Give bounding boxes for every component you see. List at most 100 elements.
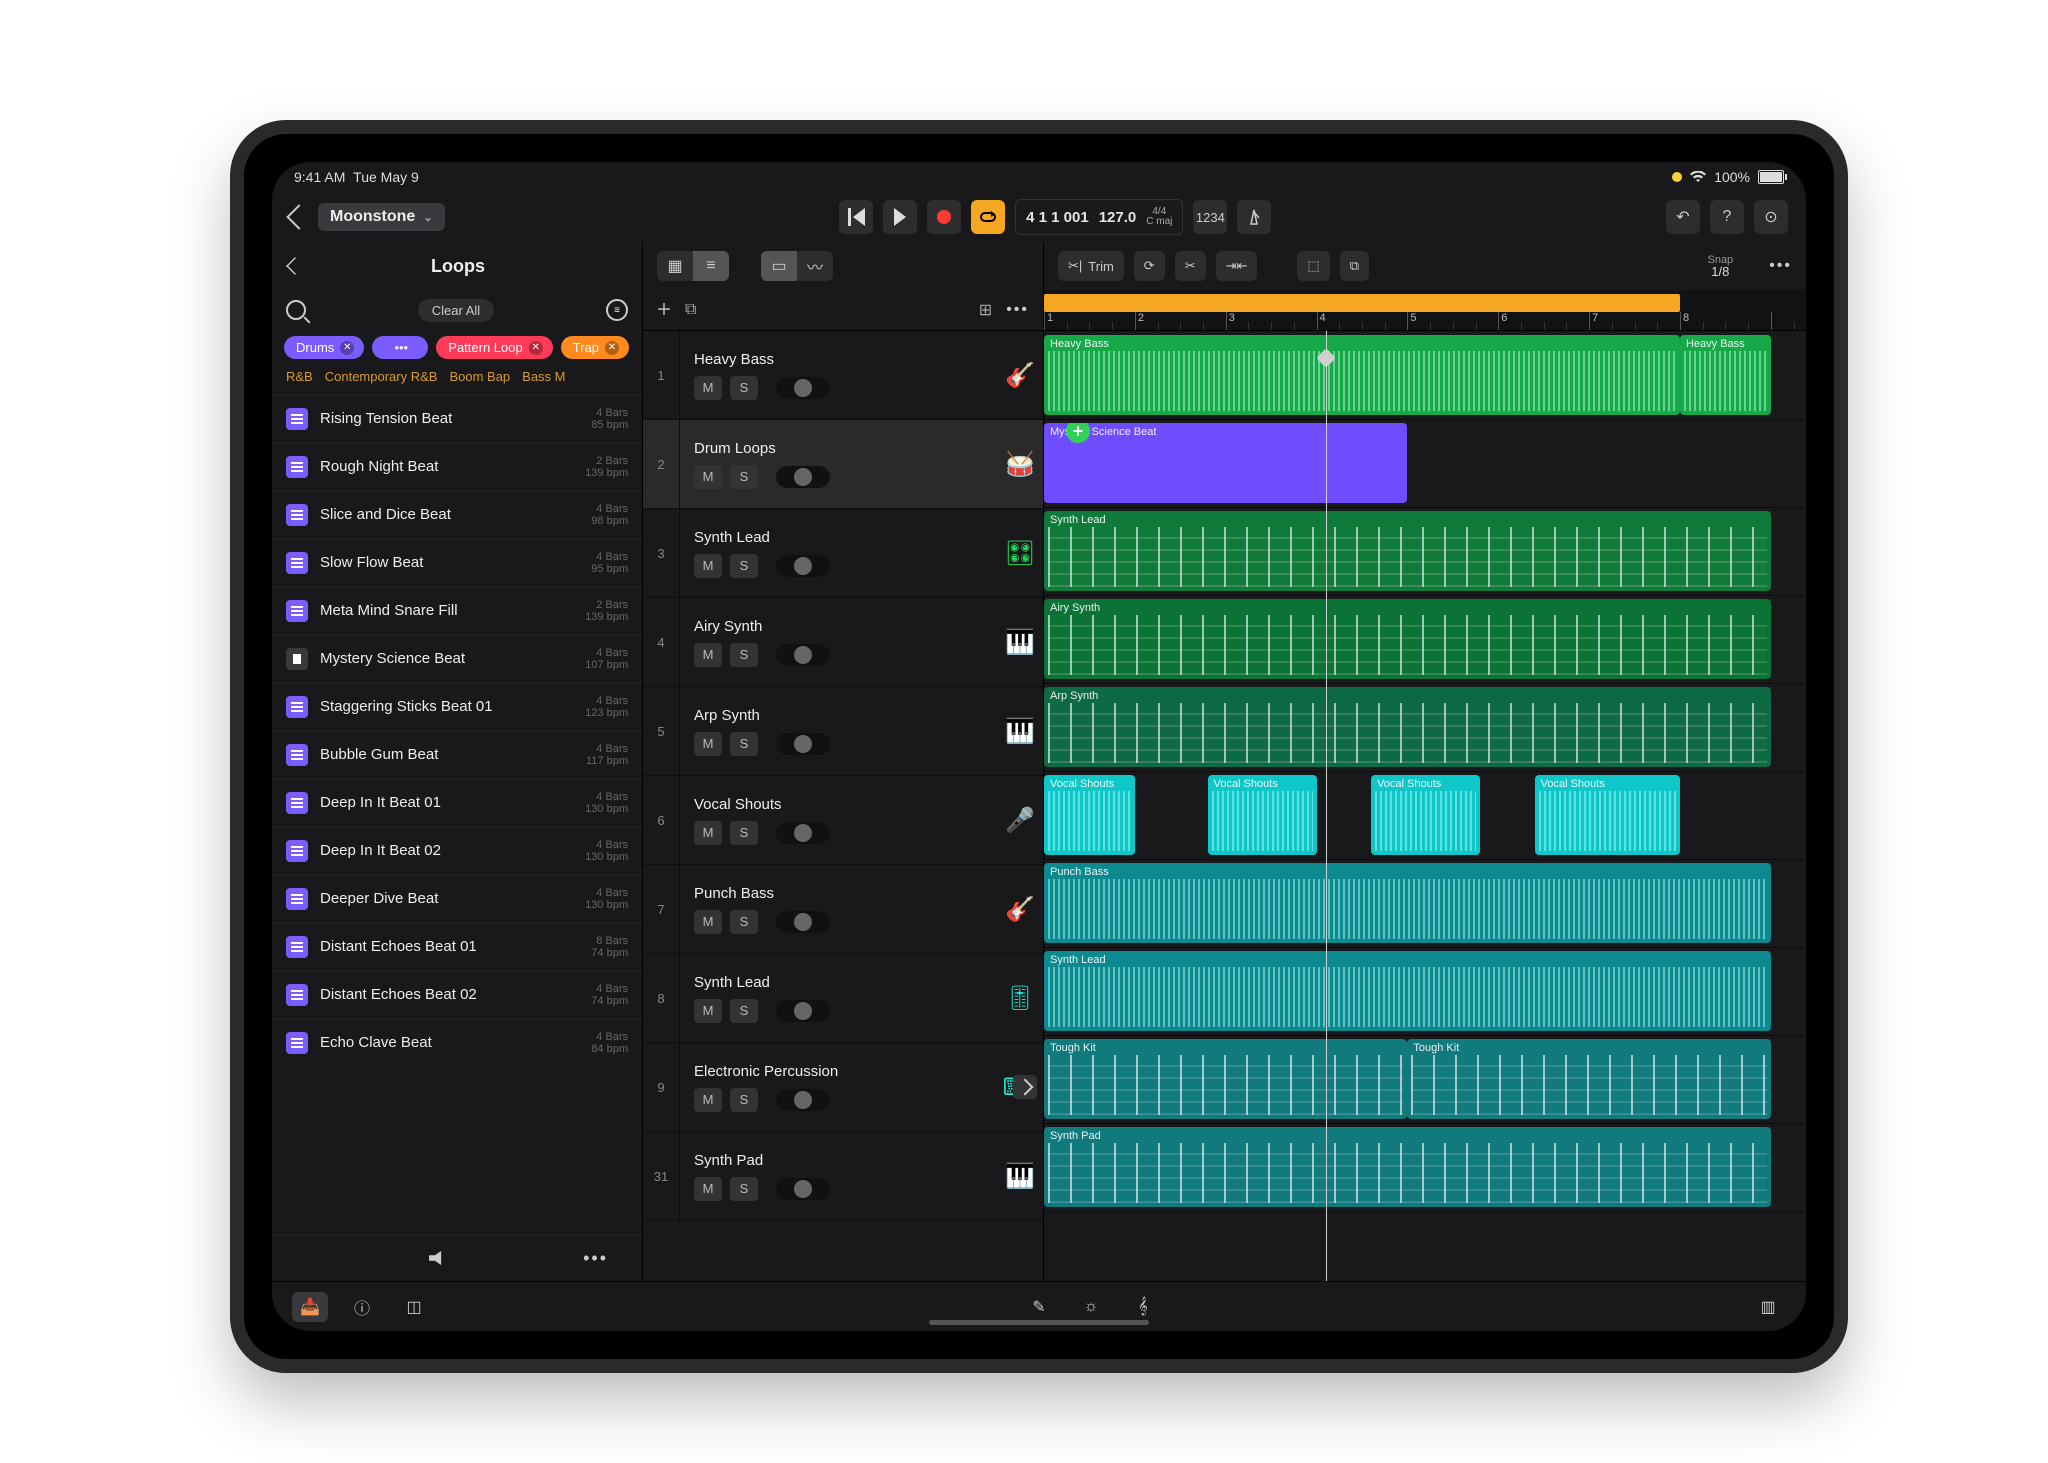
go-to-start-button[interactable] — [839, 200, 873, 234]
region[interactable]: Tough Kit — [1407, 1039, 1770, 1119]
loop-tool-button[interactable]: ⟳ — [1134, 251, 1165, 281]
region[interactable]: Synth Pad — [1044, 1127, 1771, 1207]
pan-knob[interactable] — [776, 1178, 830, 1200]
instrument-icon[interactable]: 🎸 — [997, 331, 1043, 419]
lcd-display[interactable]: 4 1 1 001 127.0 4/4C maj — [1015, 199, 1183, 235]
loop-item[interactable]: Rough Night Beat2 Bars139 bpm — [272, 442, 642, 490]
track-header[interactable]: 4Airy SynthMS🎹 — [643, 598, 1043, 687]
pattern-loop-icon[interactable] — [286, 936, 308, 958]
home-indicator[interactable] — [929, 1320, 1149, 1325]
loop-item[interactable]: Staggering Sticks Beat 014 Bars123 bpm — [272, 682, 642, 730]
sound-packs-icon[interactable]: ≡ — [606, 299, 628, 321]
add-track-button[interactable]: + — [657, 296, 671, 324]
pattern-loop-icon[interactable] — [286, 1032, 308, 1054]
remove-chip-icon[interactable]: ✕ — [605, 341, 619, 355]
solo-button[interactable]: S — [730, 910, 758, 934]
track-header[interactable]: 6Vocal ShoutsMS🎤 — [643, 776, 1043, 865]
pan-knob[interactable] — [776, 733, 830, 755]
arrangement-area[interactable]: ✂︎| Trim ⟳ ✂ ⇥⇤ ⬚ ⧉ Snap 1/8 ••• 1234567… — [1044, 242, 1806, 1281]
browser-button[interactable]: 📥 — [292, 1292, 328, 1322]
region[interactable]: Synth Lead — [1044, 511, 1771, 591]
track-lane[interactable]: Heavy BassHeavy Bass — [1044, 331, 1806, 420]
loop-item[interactable]: Echo Clave Beat4 Bars84 bpm — [272, 1018, 642, 1066]
tag[interactable]: Contemporary R&B — [325, 369, 438, 384]
select-tool-button[interactable]: ⬚ — [1297, 251, 1329, 281]
loop-item[interactable]: Deep In It Beat 024 Bars130 bpm — [272, 826, 642, 874]
track-lane[interactable]: Vocal Shouts Vocal Shouts Vocal Shouts Voca… — [1044, 771, 1806, 860]
instrument-icon[interactable]: 🎹 — [997, 598, 1043, 686]
solo-button[interactable]: S — [730, 465, 758, 489]
filter-chip[interactable]: Drums✕ — [284, 336, 364, 359]
more-chips-icon[interactable]: ••• — [372, 336, 428, 359]
drag-loop-badge[interactable] — [1044, 451, 1046, 487]
tag-row[interactable]: R&BContemporary R&BBoom BapBass M — [272, 365, 642, 394]
solo-button[interactable]: S — [730, 554, 758, 578]
tag[interactable]: Boom Bap — [449, 369, 510, 384]
mute-button[interactable]: M — [694, 732, 722, 756]
pan-knob[interactable] — [776, 555, 830, 577]
pattern-loop-icon[interactable] — [286, 840, 308, 862]
expand-track-icon[interactable] — [1013, 1075, 1037, 1099]
clear-all-button[interactable]: Clear All — [418, 299, 494, 322]
filter-chip[interactable]: Trap✕ — [561, 336, 629, 359]
track-header[interactable]: 8Synth LeadMS🎚 — [643, 954, 1043, 1043]
track-more-icon[interactable]: ••• — [1006, 301, 1029, 319]
mute-button[interactable]: M — [694, 999, 722, 1023]
instrument-icon[interactable]: 🎛 — [997, 509, 1043, 597]
loop-item[interactable]: Deeper Dive Beat4 Bars130 bpm — [272, 874, 642, 922]
mute-button[interactable]: M — [694, 821, 722, 845]
loop-item[interactable]: Meta Mind Snare Fill2 Bars139 bpm — [272, 586, 642, 634]
track-lane[interactable]: Tough KitTough Kit — [1044, 1035, 1806, 1124]
undo-button[interactable]: ↶ — [1666, 200, 1700, 234]
timeline-more-icon[interactable]: ••• — [1769, 257, 1792, 275]
pattern-loop-icon[interactable] — [286, 696, 308, 718]
instrument-icon[interactable]: 🥁 — [997, 420, 1043, 508]
view-tracks-button[interactable]: ▭ — [761, 251, 797, 281]
loop-item[interactable]: Slice and Dice Beat4 Bars98 bpm — [272, 490, 642, 538]
track-options-icon[interactable]: ⊞ — [979, 300, 992, 320]
pan-knob[interactable] — [776, 1089, 830, 1111]
region[interactable]: Heavy Bass — [1680, 335, 1771, 415]
pan-knob[interactable] — [776, 644, 830, 666]
mute-button[interactable]: M — [694, 1177, 722, 1201]
solo-button[interactable]: S — [730, 1088, 758, 1112]
loop-list[interactable]: Rising Tension Beat4 Bars85 bpmRough Nig… — [272, 394, 642, 1234]
pattern-loop-icon[interactable] — [286, 408, 308, 430]
instrument-icon[interactable]: 🎤 — [997, 776, 1043, 864]
pan-knob[interactable] — [776, 377, 830, 399]
track-lane[interactable]: Synth Lead — [1044, 507, 1806, 596]
info-button[interactable]: ⓘ — [344, 1292, 380, 1322]
library-button[interactable]: ◫ — [396, 1292, 432, 1322]
mute-button[interactable]: M — [694, 465, 722, 489]
solo-button[interactable]: S — [730, 821, 758, 845]
region[interactable]: Vocal Shouts — [1044, 775, 1135, 855]
region[interactable]: Punch Bass — [1044, 863, 1771, 943]
mute-button[interactable]: M — [694, 643, 722, 667]
region[interactable]: Vocal Shouts — [1535, 775, 1680, 855]
pattern-loop-icon[interactable] — [286, 792, 308, 814]
playhead[interactable] — [1326, 331, 1327, 1281]
loop-item[interactable]: Deep In It Beat 014 Bars130 bpm — [272, 778, 642, 826]
mute-button[interactable]: M — [694, 554, 722, 578]
region[interactable]: Vocal Shouts — [1208, 775, 1317, 855]
instrument-icon[interactable]: 🎹 — [997, 1132, 1043, 1220]
solo-button[interactable]: S — [730, 643, 758, 667]
track-header[interactable]: 31Synth PadMS🎹 — [643, 1132, 1043, 1221]
pause-icon[interactable] — [286, 648, 308, 670]
keyboard-button[interactable]: ▥ — [1750, 1292, 1786, 1322]
region[interactable]: Vocal Shouts — [1371, 775, 1480, 855]
record-button[interactable] — [927, 200, 961, 234]
pattern-loop-icon[interactable] — [286, 984, 308, 1006]
pattern-loop-icon[interactable] — [286, 552, 308, 574]
solo-button[interactable]: S — [730, 376, 758, 400]
pan-knob[interactable] — [776, 911, 830, 933]
pattern-loop-icon[interactable] — [286, 744, 308, 766]
view-list-button[interactable]: ≡ — [693, 251, 729, 281]
track-header[interactable]: 3Synth LeadMS🎛 — [643, 509, 1043, 598]
view-grid-button[interactable]: ▦ — [657, 251, 693, 281]
play-button[interactable] — [883, 200, 917, 234]
more-icon[interactable]: ••• — [583, 1248, 608, 1269]
pattern-loop-icon[interactable] — [286, 456, 308, 478]
snap-value[interactable]: 1/8 — [1707, 266, 1733, 278]
view-automation-button[interactable]: 〰 — [797, 251, 833, 281]
